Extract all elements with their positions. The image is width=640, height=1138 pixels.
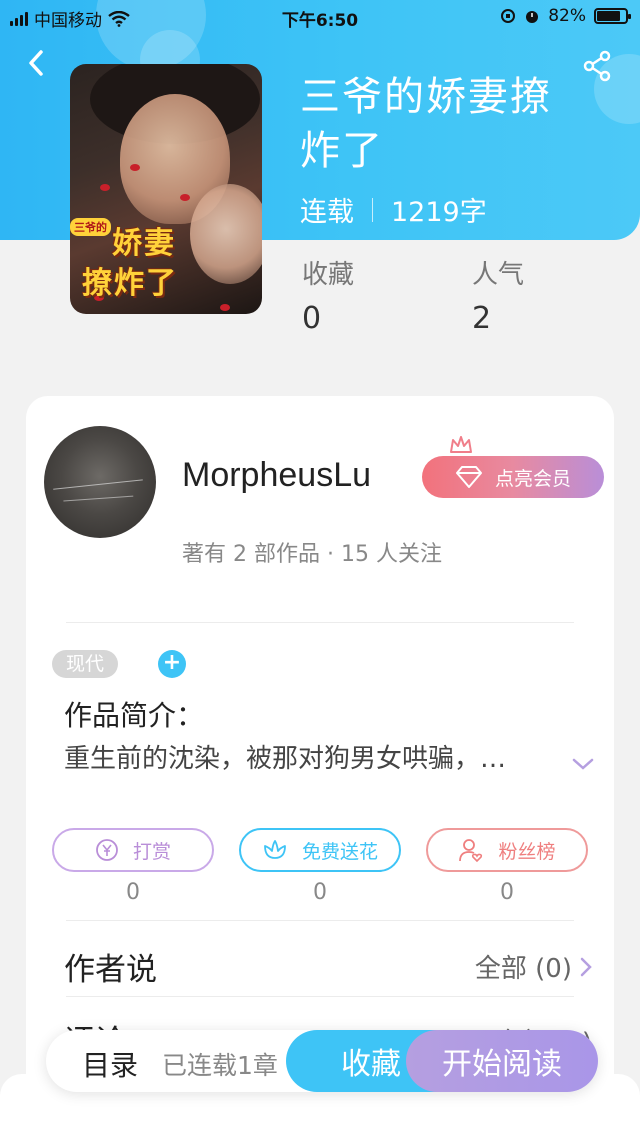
author-stats: 著有 2 部作品 · 15 人关注 <box>182 542 442 567</box>
intro-text: 重生前的沈染，被那对狗男女哄骗，… <box>64 744 507 774</box>
divider <box>66 996 574 997</box>
flower-icon <box>264 840 286 859</box>
author-says-title: 作者说 <box>64 952 157 988</box>
battery-percent: 82% <box>548 6 586 26</box>
fan-ranking-button[interactable]: 粉丝榜 <box>426 828 588 872</box>
orientation-lock-icon <box>501 9 516 23</box>
flower-count: 0 <box>313 880 327 905</box>
divider <box>66 622 574 623</box>
add-tag-button[interactable]: + <box>158 650 186 678</box>
cover-title-art: 娇妻 撩炸了 <box>82 226 178 301</box>
vip-button[interactable]: 点亮会员 <box>422 456 604 498</box>
chevron-down-icon[interactable] <box>572 756 594 772</box>
battery-icon <box>594 8 631 24</box>
yen-coin-icon <box>96 839 118 861</box>
divider <box>66 920 574 921</box>
fan-user-icon <box>459 839 483 863</box>
start-reading-button[interactable]: 开始阅读 <box>406 1030 598 1092</box>
chapter-count: 已连载1章 <box>162 1051 278 1080</box>
chevron-left-icon <box>29 50 43 76</box>
toc-button[interactable]: 目录 <box>82 1044 138 1084</box>
book-cover[interactable]: 三爷的 娇妻 撩炸了 <box>70 64 262 314</box>
vip-label: 点亮会员 <box>494 467 571 490</box>
stat-favorites: 收藏 0 <box>302 260 355 336</box>
serial-status: 连载 <box>300 197 354 228</box>
send-flower-button[interactable]: 免费送花 <box>239 828 401 872</box>
alarm-icon <box>526 11 539 23</box>
intro-title: 作品简介： <box>64 699 205 732</box>
tip-button[interactable]: 打赏 <box>52 828 214 872</box>
back-button[interactable] <box>20 46 54 80</box>
tip-count: 0 <box>126 880 140 905</box>
bottom-action-bar: 目录 已连载1章 收藏 开始阅读 <box>46 1030 598 1092</box>
detail-card: MorpheusLu 点亮会员 著有 2 部作品 · 15 人关注 现代 + 作… <box>26 396 614 1116</box>
author-name[interactable]: MorpheusLu <box>182 456 371 495</box>
book-title: 三爷的娇妻撩炸了 <box>300 74 552 174</box>
meta-divider <box>372 197 373 222</box>
genre-tag[interactable]: 现代 <box>52 650 119 678</box>
chevron-right-icon <box>580 957 592 976</box>
fan-count: 0 <box>500 880 514 905</box>
status-bar: 中国移动 下午6:50 82% <box>0 0 640 34</box>
book-meta: 连载 1219字 <box>300 190 487 229</box>
diamond-icon <box>455 466 482 488</box>
author-says-all-link[interactable]: 全部 (0) <box>475 948 592 985</box>
word-count: 1219字 <box>391 197 487 228</box>
stat-popularity: 人气 2 <box>472 260 525 336</box>
crown-icon <box>450 436 472 453</box>
avatar[interactable] <box>44 426 156 538</box>
